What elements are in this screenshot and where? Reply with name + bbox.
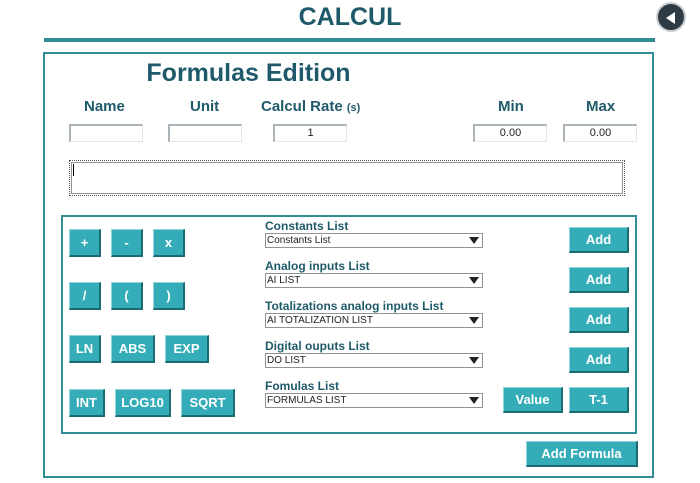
open-paren-button[interactable]: ( [111, 282, 143, 310]
unit-label: Unit [190, 98, 220, 115]
int-button[interactable]: INT [69, 389, 105, 417]
formula-input[interactable] [69, 160, 625, 196]
constants-list-label: Constants List [265, 219, 349, 233]
formulas-list-select[interactable]: FORMULAS LIST [265, 393, 483, 408]
min-label: Min [498, 98, 524, 115]
exp-button[interactable]: EXP [165, 335, 209, 363]
chevron-down-icon[interactable] [467, 355, 481, 366]
digital-outputs-list-value: DO LIST [267, 355, 306, 366]
chevron-down-icon[interactable] [467, 315, 481, 326]
max-input[interactable]: 0.00 [563, 124, 637, 142]
formulas-list-label: Fomulas List [265, 379, 340, 393]
back-arrow-icon[interactable] [656, 2, 686, 32]
t-minus-1-button[interactable]: T-1 [569, 387, 629, 413]
name-input[interactable] [69, 124, 143, 142]
formulas-list-value: FORMULAS LIST [267, 395, 347, 406]
log10-button[interactable]: LOG10 [115, 389, 171, 417]
sqrt-button[interactable]: SQRT [181, 389, 235, 417]
analog-inputs-list-label: Analog inputs List [265, 259, 370, 273]
abs-button[interactable]: ABS [111, 335, 155, 363]
calcul-rate-label: Calcul Rate (s) [261, 98, 360, 115]
calcul-rate-text: Calcul Rate [261, 98, 343, 115]
unit-input[interactable] [168, 124, 242, 142]
text-cursor [73, 164, 74, 176]
chevron-down-icon[interactable] [467, 395, 481, 406]
section-title: Formulas Edition [146, 59, 351, 87]
digital-outputs-list-select[interactable]: DO LIST [265, 353, 483, 368]
add-totalization-button[interactable]: Add [569, 307, 629, 333]
add-digital-output-button[interactable]: Add [569, 347, 629, 373]
multiply-button[interactable]: x [153, 229, 185, 257]
name-label: Name [84, 98, 125, 115]
minus-button[interactable]: - [111, 229, 143, 257]
title-divider [44, 38, 655, 42]
totalizations-list-label: Totalizations analog inputs List [265, 299, 444, 313]
ln-button[interactable]: LN [69, 335, 101, 363]
analog-inputs-list-value: AI LIST [267, 275, 301, 286]
calcul-rate-input[interactable]: 1 [273, 124, 347, 142]
max-label: Max [586, 98, 616, 115]
divide-button[interactable]: / [69, 282, 101, 310]
constants-list-select[interactable]: Constants List [265, 233, 483, 248]
page-title: CALCUL [298, 3, 402, 31]
plus-button[interactable]: + [69, 229, 101, 257]
totalizations-list-value: AI TOTALIZATION LIST [267, 315, 373, 326]
add-constant-button[interactable]: Add [569, 227, 629, 253]
add-analog-input-button[interactable]: Add [569, 267, 629, 293]
constants-list-value: Constants List [267, 235, 331, 246]
analog-inputs-list-select[interactable]: AI LIST [265, 273, 483, 288]
digital-outputs-list-label: Digital ouputs List [265, 339, 370, 353]
add-formula-button[interactable]: Add Formula [526, 441, 638, 467]
calcul-rate-unit: (s) [346, 102, 361, 114]
chevron-down-icon[interactable] [467, 275, 481, 286]
value-button[interactable]: Value [503, 387, 563, 413]
totalizations-list-select[interactable]: AI TOTALIZATION LIST [265, 313, 483, 328]
min-input[interactable]: 0.00 [473, 124, 547, 142]
chevron-down-icon[interactable] [467, 235, 481, 246]
close-paren-button[interactable]: ) [153, 282, 185, 310]
